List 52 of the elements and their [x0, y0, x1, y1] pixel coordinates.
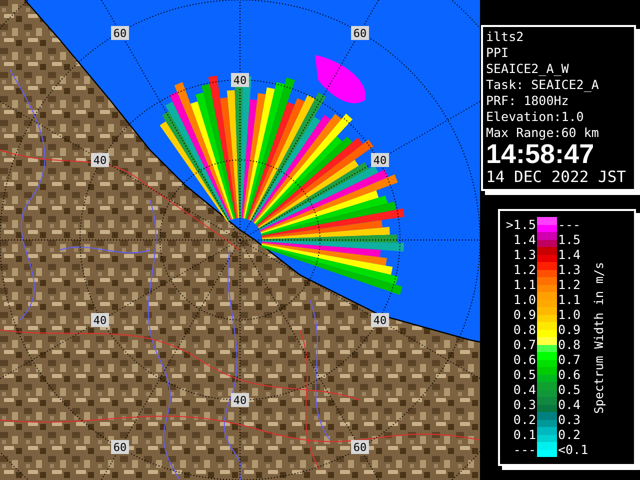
range-label: 40 — [371, 153, 389, 167]
legend-label: 0.2 — [557, 427, 582, 442]
legend-label: 1.0 — [512, 292, 537, 307]
date-text: 14 DEC 2022 JST — [486, 167, 627, 187]
legend-label: 0.6 — [557, 367, 582, 382]
range-label: 40 — [231, 393, 249, 407]
legend-label: 0.6 — [512, 352, 537, 367]
legend-label: 1.0 — [557, 307, 582, 322]
legend-title: Spectrum Width in m/s — [592, 262, 606, 414]
time-text: 14:58:47 — [486, 141, 596, 167]
legend-label: 0.7 — [557, 352, 582, 367]
legend-label: 1.3 — [512, 247, 537, 262]
info-text: ilts2 — [486, 29, 525, 45]
info-text: SEAICE2_A_W — [486, 61, 570, 77]
legend-label: 0.7 — [512, 337, 537, 352]
range-label: 60 — [351, 26, 369, 40]
legend-label: >1.5 — [504, 217, 537, 232]
range-label: 60 — [111, 26, 129, 40]
legend-label: 0.3 — [512, 397, 537, 412]
legend-label: 1.4 — [512, 232, 537, 247]
legend-label: 0.2 — [512, 412, 537, 427]
legend-label: 1.4 — [557, 247, 582, 262]
range-label: 40 — [91, 153, 109, 167]
legend-label: 0.5 — [512, 367, 537, 382]
legend-label: 1.5 — [557, 232, 582, 247]
info-text: Task: SEAICE2_A — [486, 77, 600, 93]
legend-label: 0.9 — [557, 322, 582, 337]
range-label: 40 — [371, 313, 389, 327]
legend-label: 0.4 — [557, 397, 582, 412]
range-label: 60 — [111, 440, 129, 454]
legend-label: 1.2 — [557, 277, 582, 292]
range-label: 40 — [231, 73, 249, 87]
legend-label: 0.9 — [512, 307, 537, 322]
legend-label: 1.2 — [512, 262, 537, 277]
legend-label: 1.1 — [512, 277, 537, 292]
legend-label: 0.8 — [512, 322, 537, 337]
legend-label: 0.8 — [557, 337, 582, 352]
legend-label: 0.1 — [512, 427, 537, 442]
legend-label: 0.5 — [557, 382, 582, 397]
legend-label: 1.1 — [557, 292, 582, 307]
info-text: Elevation:1.0 — [486, 109, 585, 125]
info-text: PPI — [486, 45, 510, 61]
range-label: 60 — [351, 440, 369, 454]
legend-label: 0.4 — [512, 382, 537, 397]
info-text: Max Range:60 km — [486, 125, 600, 141]
range-label: 40 — [91, 313, 109, 327]
legend-label: <0.1 — [557, 442, 590, 457]
legend-label: --- — [512, 442, 537, 457]
legend-label: 1.3 — [557, 262, 582, 277]
legend-label: 0.3 — [557, 412, 582, 427]
info-text: PRF: 1800Hz — [486, 93, 570, 109]
legend-label: --- — [557, 217, 582, 232]
